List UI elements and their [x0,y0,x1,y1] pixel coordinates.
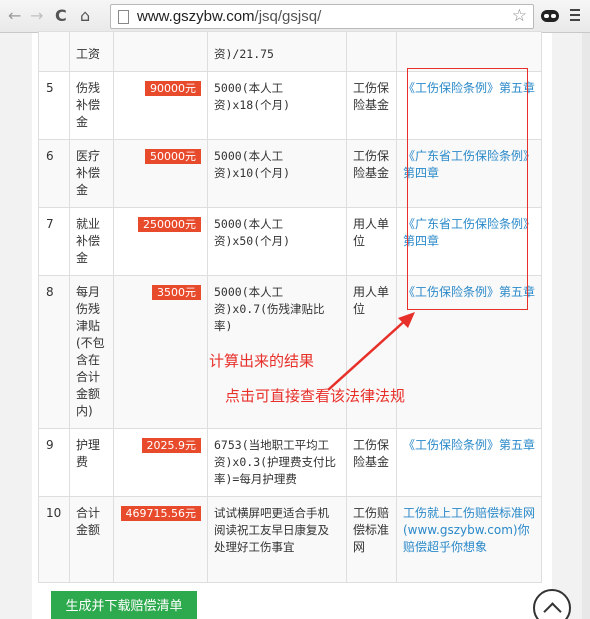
table-cell: 5000(本人工资)x50(个月) [207,207,347,276]
table-cell: 50000元 [113,139,208,208]
item-name: 工资 [76,47,101,61]
table-cell: 就业补偿金 [69,207,114,276]
table-cell: 护理费 [69,428,114,497]
page-icon [118,10,129,24]
table-cell: 6 [38,139,70,208]
row-number: 6 [46,149,54,163]
table-row: 9 护理费 2025.9元 6753(当地职工平均工资)x0.3(护理费支付比率)=每… [38,428,542,497]
reload-icon[interactable]: C [55,6,67,26]
table-cell [113,31,208,72]
table-cell: 8 [38,275,70,429]
table-cell: 2025.9元 [113,428,208,497]
amount-badge: 3500元 [152,285,201,300]
row-number: 8 [46,285,54,299]
url-host: www.gszybw.com [137,8,255,25]
item-name: 每月伤残津贴(不包含在合计金额内) [76,285,105,418]
law-note: 点击可直接查看该法律法规 [225,387,406,405]
table-cell: 资)/21.75 [207,31,347,72]
payer-text: 工伤赔偿标准网 [353,506,390,554]
row-number: 5 [46,81,54,95]
item-name: 伤残补偿金 [76,81,101,129]
table-cell: 5000(本人工资)x10(个月) [207,139,347,208]
back-to-top-icon[interactable] [533,589,571,619]
table-cell: 250000元 [113,207,208,276]
result-note: 计算出来的结果 [209,352,315,370]
table-cell: 7 [38,207,70,276]
formula-text: 试试横屏吧更适合手机阅读祝工友早日康复及处理好工伤事宜 [214,506,329,554]
item-name: 医疗补偿金 [76,149,101,197]
table-cell: 90000元 [113,71,208,140]
table-row: 工资 资)/21.75 [38,31,542,72]
payer-text: 工伤保险基金 [353,81,390,112]
table-cell: 10 [38,496,70,583]
formula-text: 5000(本人工资)x10(个月) [214,149,291,180]
item-name: 护理费 [76,438,101,469]
url-text[interactable]: www.gszybw.com/jsq/gsjsq/ [137,7,321,27]
table-cell: 医疗补偿金 [69,139,114,208]
generate-download-button[interactable]: 生成并下载赔偿清单 [51,591,197,619]
forward-icon[interactable]: → [30,6,43,26]
amount-badge: 50000元 [145,149,201,164]
law-link[interactable]: 《工伤保险条例》第五章 [403,438,535,452]
formula-text: 6753(当地职工平均工资)x0.3(护理费支付比率)=每月护理费 [214,438,337,486]
table-cell: 工资 [69,31,114,72]
star-icon[interactable]: ☆ [512,6,527,26]
table-cell [396,31,542,72]
table-cell: 伤残补偿金 [69,71,114,140]
highlight-box [407,68,528,310]
table-cell [38,31,70,72]
item-name: 就业补偿金 [76,217,101,265]
url-path: /jsq/gsjsq/ [254,8,322,25]
table-cell: 工伤保险基金 [346,139,397,208]
table-cell: 3500元 [113,275,208,429]
table-cell: 用人单位 [346,207,397,276]
table-cell: 6753(当地职工平均工资)x0.3(护理费支付比率)=每月护理费 [207,428,347,497]
page-content: 工资 资)/21.75 5 伤残补偿金 90000元 5000(本人工资)x18(个月) 工… [0,31,590,619]
table-row: 10 合计金额 469715.56元 试试横屏吧更适合手机阅读祝工友早日康复及处理好工… [38,496,542,583]
amount-badge: 90000元 [145,81,201,96]
table-cell: 《工伤保险条例》第五章 [396,428,542,497]
table-cell: 合计金额 [69,496,114,583]
formula-text: 5000(本人工资)x50(个月) [214,217,291,248]
browser-toolbar: ← → C ⌂ www.gszybw.com/jsq/gsjsq/ ☆ [0,0,590,33]
payer-text: 用人单位 [353,217,390,248]
amount-badge: 250000元 [138,217,201,232]
row-number: 10 [46,506,62,520]
table-cell: 5000(本人工资)x18(个月) [207,71,347,140]
table-cell: 469715.56元 [113,496,208,583]
table-cell: 工伤保险基金 [346,71,397,140]
menu-icon[interactable] [570,9,580,23]
table-cell [346,31,397,72]
table-cell: 每月伤残津贴(不包含在合计金额内) [69,275,114,429]
table-cell: 5 [38,71,70,140]
row-number: 9 [46,438,54,452]
extension-icon[interactable] [541,10,559,22]
table-cell: 工伤保险基金 [346,428,397,497]
row-number: 7 [46,217,54,231]
table-cell: 9 [38,428,70,497]
payer-text: 工伤保险基金 [353,438,390,469]
law-link[interactable]: 工伤就上工伤赔偿标准网(www.gszybw.com)你赔偿超乎你想象 [403,506,535,554]
payer-text: 工伤保险基金 [353,149,390,180]
address-bar[interactable]: www.gszybw.com/jsq/gsjsq/ ☆ [110,4,534,29]
amount-badge: 469715.56元 [120,506,201,521]
amount-badge: 2025.9元 [141,438,201,453]
back-icon[interactable]: ← [8,6,21,26]
table-cell: 工伤赔偿标准网 [346,496,397,583]
table-cell: 试试横屏吧更适合手机阅读祝工友早日康复及处理好工伤事宜 [207,496,347,583]
formula-text: 资)/21.75 [214,47,274,61]
formula-text: 5000(本人工资)x18(个月) [214,81,291,112]
home-icon[interactable]: ⌂ [80,6,90,26]
scrollbar[interactable] [582,33,590,619]
formula-text: 5000(本人工资)x0.7(伤残津贴比率) [214,285,325,333]
item-name: 合计金额 [76,506,101,537]
table-cell: 工伤就上工伤赔偿标准网(www.gszybw.com)你赔偿超乎你想象 [396,496,542,583]
